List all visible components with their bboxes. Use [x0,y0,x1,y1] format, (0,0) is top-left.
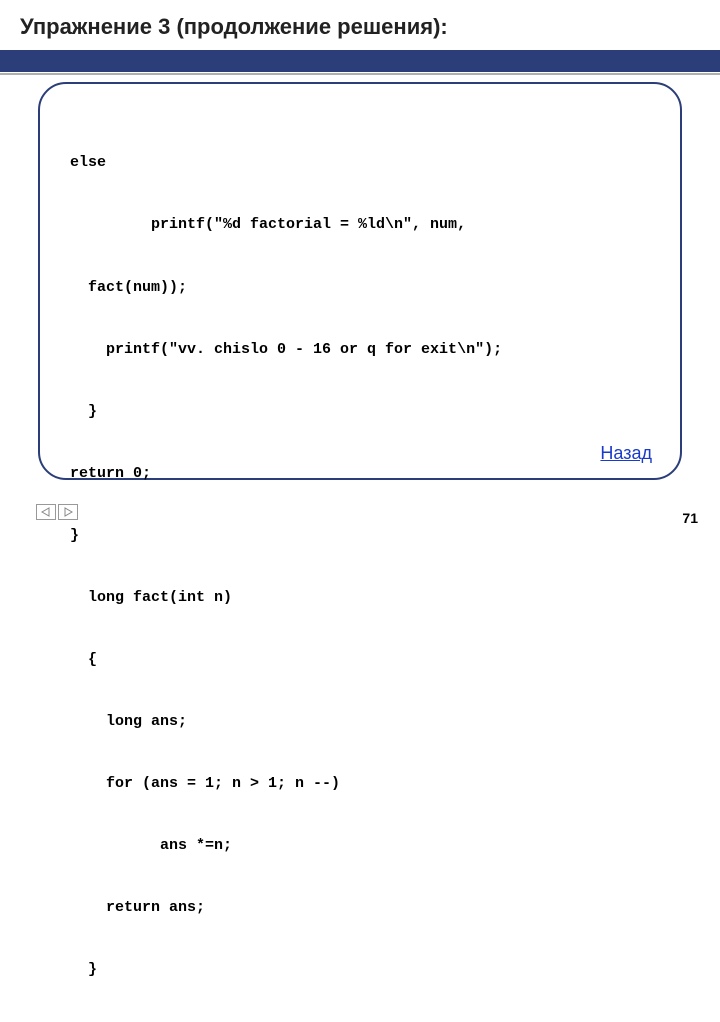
code-line: printf("vv. chislo 0 - 16 or q for exit\… [70,340,650,361]
code-line: long ans; [70,712,650,733]
code-line: } [70,402,650,423]
code-line: fact(num)); [70,278,650,299]
slide-title: Упражнение 3 (продолжение решения): [0,0,720,46]
code-block: else printf("%d factorial = %ld\n", num,… [70,112,650,1022]
next-arrow-button[interactable] [58,504,78,520]
code-line: } [70,526,650,547]
back-link[interactable]: Назад [600,443,652,464]
code-line: return ans; [70,898,650,919]
title-underline-bar [0,50,720,72]
triangle-left-icon [41,507,51,517]
triangle-right-icon [63,507,73,517]
code-line: } [70,960,650,981]
content-frame: else printf("%d factorial = %ld\n", num,… [38,82,682,480]
prev-arrow-button[interactable] [36,504,56,520]
code-line: for (ans = 1; n > 1; n --) [70,774,650,795]
code-line: else [70,153,650,174]
code-line: printf("%d factorial = %ld\n", num, [70,215,650,236]
code-line: ans *=n; [70,836,650,857]
code-line: return 0; [70,464,650,485]
title-underline-grey [0,73,720,75]
page-number: 71 [682,510,698,526]
code-line: { [70,650,650,671]
code-line: long fact(int n) [70,588,650,609]
nav-arrows [36,504,78,520]
